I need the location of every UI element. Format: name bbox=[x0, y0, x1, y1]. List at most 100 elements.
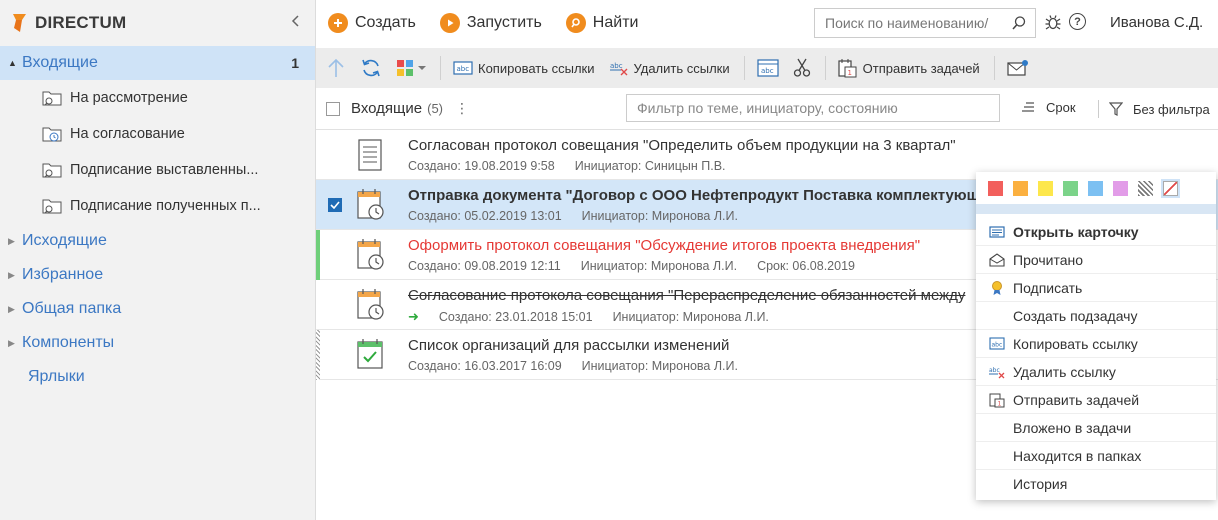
sidebar-subitem-label: Подписание выставленны... bbox=[70, 162, 259, 178]
refresh-button[interactable] bbox=[360, 57, 382, 79]
color-swatch[interactable] bbox=[1063, 180, 1078, 196]
menu-copy-link[interactable]: abc Копировать ссылку bbox=[976, 330, 1216, 358]
menu-label: Создать подзадачу bbox=[1013, 307, 1138, 324]
sort-label: Срок bbox=[1046, 100, 1076, 115]
sidebar-subitem-label: На рассмотрение bbox=[70, 90, 188, 106]
color-swatch[interactable] bbox=[1013, 180, 1028, 196]
sidebar-item-labels[interactable]: Ярлыки bbox=[0, 360, 315, 394]
sort-icon bbox=[1022, 101, 1034, 112]
sidebar-item-label: Входящие bbox=[22, 54, 98, 71]
scissors-icon bbox=[793, 58, 810, 77]
sort-button[interactable]: Срок bbox=[1020, 100, 1076, 115]
sidebar-subitem-sign-received[interactable]: Подписание полученных п... bbox=[0, 188, 315, 224]
item-meta: Создано: 05.02.2019 13:01 Инициатор: Миро… bbox=[408, 209, 758, 223]
color-swatch[interactable] bbox=[1088, 180, 1103, 196]
item-title: Оформить протокол совещания "Обсуждение … bbox=[408, 237, 921, 254]
menu-in-folders[interactable]: Находится в папках bbox=[976, 442, 1216, 470]
sidebar-item-shared-folder[interactable]: ▶ Общая папка bbox=[0, 292, 315, 326]
send-task-button[interactable]: 1 Отправить задачей bbox=[838, 58, 980, 78]
chevron-down-icon bbox=[418, 66, 426, 70]
item-title: Согласован протокол совещания "Определит… bbox=[408, 137, 956, 154]
item-deadline: Срок: 06.08.2019 bbox=[757, 259, 855, 273]
sidebar-subitem-sign-issued[interactable]: Подписание выставленны... bbox=[0, 152, 315, 188]
svg-text:abc: abc bbox=[992, 342, 1003, 349]
copy-links-button[interactable]: abc Копировать ссылки bbox=[453, 60, 595, 76]
copy-links-label: Копировать ссылки bbox=[478, 60, 595, 76]
bug-icon[interactable] bbox=[1044, 13, 1062, 31]
sidebar-item-label: Ярлыки bbox=[28, 368, 85, 385]
delete-links-button[interactable]: abc Удалить ссылки bbox=[609, 59, 730, 77]
filter-button[interactable]: Без фильтра bbox=[1098, 100, 1210, 118]
menu-label: История bbox=[1013, 476, 1068, 492]
menu-history[interactable]: История bbox=[976, 470, 1216, 498]
color-mark-button[interactable] bbox=[396, 58, 426, 78]
color-swatch[interactable] bbox=[1038, 180, 1053, 196]
item-meta: ➜ Создано: 23.01.2018 15:01 Инициатор: Мир… bbox=[408, 309, 789, 325]
svg-text:abc: abc bbox=[610, 62, 623, 70]
status-color-bar bbox=[316, 230, 320, 280]
menu-send-task[interactable]: 1 Отправить задачей bbox=[976, 386, 1216, 414]
color-swatch[interactable] bbox=[1113, 180, 1128, 196]
item-title: Отправка документа "Договор с ООО Нефтеп… bbox=[408, 187, 1004, 204]
menu-create-subtask[interactable]: Создать подзадачу bbox=[976, 302, 1216, 330]
collapse-sidebar-button[interactable] bbox=[287, 12, 303, 30]
find-button[interactable]: Найти bbox=[565, 13, 638, 33]
hatch-swatch[interactable] bbox=[1138, 180, 1153, 196]
list-header: Входящие (5) ⋮ Срок Без фильтра bbox=[316, 88, 1218, 130]
search-icon bbox=[565, 13, 586, 33]
sidebar-subitem-label: На согласование bbox=[70, 126, 185, 142]
item-meta: Создано: 16.03.2017 16:09 Инициатор: Миро… bbox=[408, 359, 758, 373]
menu-attached-in-tasks[interactable]: Вложено в задачи bbox=[976, 414, 1216, 442]
search-input[interactable] bbox=[825, 15, 995, 31]
svg-text:1: 1 bbox=[998, 400, 1002, 407]
play-icon bbox=[439, 13, 460, 33]
folder-search-icon bbox=[42, 199, 62, 214]
menu-sign[interactable]: Подписать bbox=[976, 274, 1216, 302]
menu-mark-read[interactable]: Прочитано bbox=[976, 246, 1216, 274]
sidebar-item-components[interactable]: ▶ Компоненты bbox=[0, 326, 315, 360]
filter-input[interactable] bbox=[637, 100, 987, 116]
help-icon[interactable]: ? bbox=[1069, 13, 1086, 30]
properties-button[interactable]: abc bbox=[757, 59, 779, 77]
sidebar-subitem-approval[interactable]: На согласование bbox=[0, 116, 315, 152]
svg-text:abc: abc bbox=[761, 67, 774, 75]
run-label: Запустить bbox=[466, 14, 542, 31]
run-button[interactable]: Запустить bbox=[439, 13, 542, 33]
sidebar-item-inbox[interactable]: ▲ Входящие 1 bbox=[0, 46, 315, 80]
divider bbox=[993, 56, 995, 80]
menu-label: Находится в папках bbox=[1013, 447, 1142, 464]
sidebar-item-favorites[interactable]: ▶ Избранное bbox=[0, 258, 315, 292]
sidebar-subitem-review[interactable]: На рассмотрение bbox=[0, 80, 315, 116]
menu-divider bbox=[976, 204, 1216, 214]
menu-open-card[interactable]: Открыть карточку bbox=[976, 218, 1216, 246]
copy-link-icon: abc bbox=[989, 337, 1005, 350]
send-email-button[interactable] bbox=[1007, 59, 1029, 77]
row-checkbox[interactable] bbox=[328, 198, 342, 212]
folder-search-icon bbox=[42, 163, 62, 178]
more-options-icon[interactable]: ⋮ bbox=[455, 100, 469, 117]
up-button[interactable] bbox=[326, 57, 346, 79]
item-created: Создано: 09.08.2019 12:11 bbox=[408, 259, 561, 273]
color-palette bbox=[976, 172, 1216, 204]
cut-button[interactable] bbox=[793, 58, 811, 78]
select-all-checkbox[interactable] bbox=[326, 101, 340, 116]
svg-text:1: 1 bbox=[847, 69, 851, 77]
divider bbox=[824, 56, 826, 80]
forward-arrow-icon: ➜ bbox=[408, 309, 419, 324]
status-hatch-bar bbox=[316, 330, 320, 380]
menu-delete-link[interactable]: abc Удалить ссылку bbox=[976, 358, 1216, 386]
create-label: Создать bbox=[355, 14, 416, 31]
create-button[interactable]: Создать bbox=[328, 13, 416, 33]
item-initiator: Инициатор: Миронова Л.И. bbox=[581, 359, 738, 373]
no-color-swatch[interactable] bbox=[1163, 180, 1178, 196]
task-calendar-icon bbox=[357, 239, 384, 270]
user-name[interactable]: Иванова С.Д. bbox=[1110, 14, 1203, 31]
delete-link-icon: abc bbox=[989, 367, 1005, 378]
copy-link-icon: abc bbox=[453, 61, 473, 75]
sidebar-item-label: Исходящие bbox=[22, 232, 107, 249]
refresh-icon bbox=[362, 59, 380, 77]
menu-label: Открыть карточку bbox=[1013, 223, 1139, 240]
sidebar-item-outbox[interactable]: ▶ Исходящие bbox=[0, 224, 315, 258]
color-swatch[interactable] bbox=[988, 180, 1003, 196]
search-icon[interactable] bbox=[1011, 15, 1027, 31]
